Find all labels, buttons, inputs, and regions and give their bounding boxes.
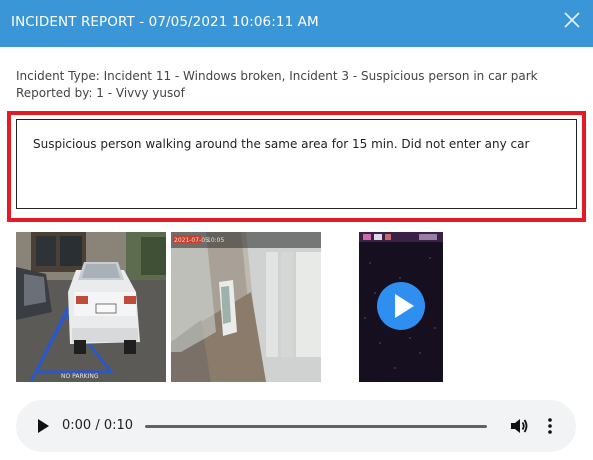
incident-meta: Incident Type: Incident 11 - Windows bro… — [16, 68, 538, 102]
more-vert-icon[interactable] — [544, 416, 556, 436]
photo-thumbnail-cctv[interactable]: 2021-07-05 10:05 — [171, 232, 321, 382]
svg-text:10:05: 10:05 — [207, 237, 224, 244]
dialog-header: INCIDENT REPORT - 07/05/2021 10:06:11 AM — [0, 0, 593, 47]
volume-icon[interactable] — [509, 416, 529, 436]
play-icon[interactable] — [36, 417, 50, 435]
dialog-title: INCIDENT REPORT - 07/05/2021 10:06:11 AM — [11, 14, 319, 30]
audio-progress-bar[interactable] — [145, 425, 487, 428]
incident-type: Incident Type: Incident 11 - Windows bro… — [16, 69, 538, 83]
incident-description: Suspicious person walking around the sam… — [16, 119, 577, 209]
audio-player: 0:00 / 0:10 — [16, 400, 576, 452]
close-icon[interactable] — [561, 9, 583, 31]
audio-time: 0:00 / 0:10 — [62, 418, 134, 433]
video-thumbnail[interactable] — [359, 232, 443, 382]
photo-thumbnail-car[interactable]: NO PARKING — [16, 232, 166, 382]
reported-by: Reported by: 1 - Vivvy yusof — [16, 86, 185, 100]
svg-text:NO PARKING: NO PARKING — [61, 373, 99, 380]
media-attachments: NO PARKING 2021-07-05 10:05 — [0, 232, 593, 382]
svg-text:2021-07-05: 2021-07-05 — [174, 237, 209, 244]
